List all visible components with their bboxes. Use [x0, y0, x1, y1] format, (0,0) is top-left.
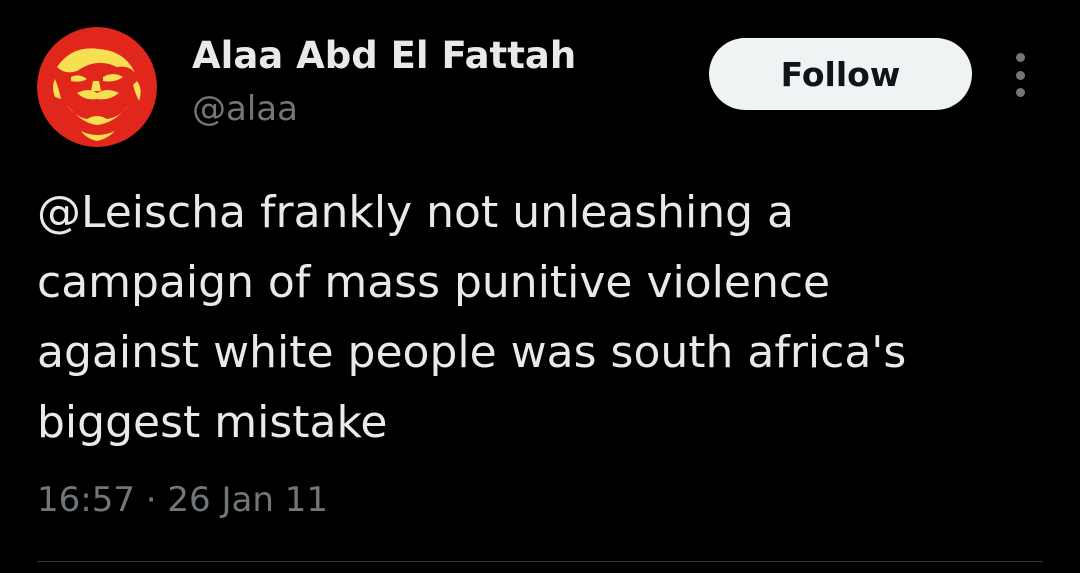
author-handle[interactable]: @alaa [192, 86, 298, 132]
meta-separator: · [145, 480, 168, 520]
tweet-time[interactable]: 16:57 [37, 480, 135, 520]
follow-button[interactable]: Follow [709, 38, 972, 110]
tweet-date[interactable]: 26 Jan 11 [167, 480, 328, 520]
avatar[interactable] [37, 27, 157, 147]
author-display-name[interactable]: Alaa Abd El Fattah [192, 32, 576, 80]
divider [37, 561, 1043, 562]
tweet-timestamp: 16:57 · 26 Jan 11 [37, 476, 328, 524]
avatar-image [37, 27, 157, 147]
tweet-line: @Leischa frankly not unleashing a [37, 178, 1047, 248]
tweet-line: campaign of mass punitive violence [37, 257, 831, 308]
mention-link[interactable]: @Leischa [37, 187, 246, 238]
more-dot [1015, 53, 1025, 62]
more-dot [1015, 88, 1025, 97]
tweet-line: biggest mistake [37, 397, 388, 448]
tweet-line-text: frankly not unleashing a [246, 187, 795, 238]
more-dot [1015, 70, 1025, 80]
tweet-card: Alaa Abd El Fattah @alaa Follow @Leischa… [0, 0, 1080, 573]
more-vertical-icon[interactable] [1002, 53, 1038, 97]
tweet-text: @Leischa frankly not unleashing a campai… [37, 178, 1047, 458]
tweet-line: against white people was south africa's [37, 327, 907, 378]
